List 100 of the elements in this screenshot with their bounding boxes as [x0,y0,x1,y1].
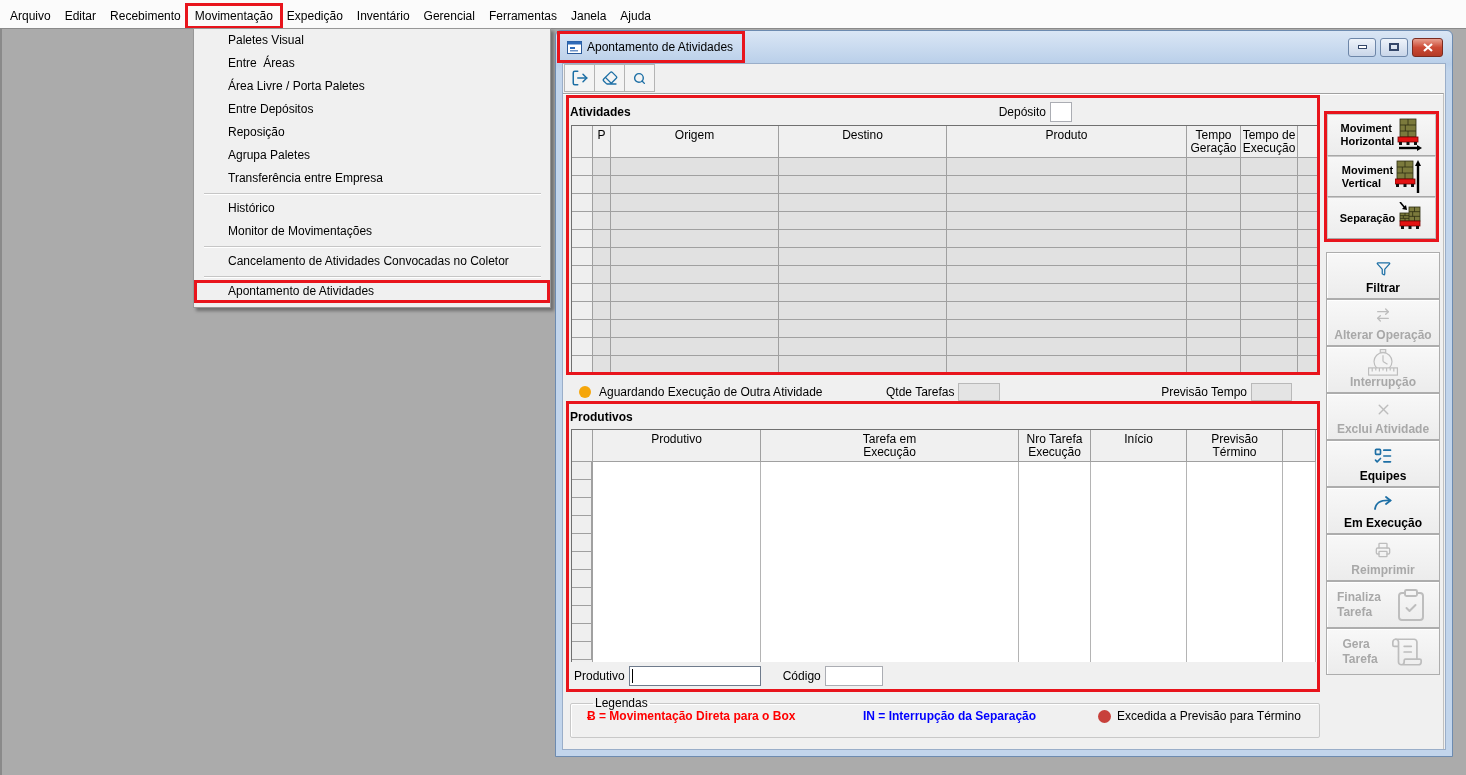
column-header: Produto [947,126,1187,158]
menu-item[interactable]: Janela [563,6,614,26]
menu-item[interactable]: Editar [57,6,104,26]
column-header: Tarefa em Execução [761,430,1019,462]
column-header: P [593,126,611,158]
menu-entry[interactable]: Entre Áreas [194,52,550,75]
table-cell [593,176,611,194]
table-cell [1187,176,1241,194]
field-label: Código [782,668,821,683]
row-header-cell [572,212,593,230]
column-header: Início [1091,430,1187,462]
field-label: Previsão Tempo [1161,384,1247,401]
action-button[interactable]: Equipes [1326,440,1440,487]
menu-item[interactable]: Gerencial [416,6,482,26]
table-cell [593,266,611,284]
input-field[interactable] [628,665,761,686]
field-label: Qtde Tarefas [886,384,955,401]
menu-entry[interactable]: Reposição [194,121,550,144]
swap-arrows-icon [1375,307,1391,323]
group-title: Legendas [594,697,649,709]
pallet-right-arrow-icon [1396,118,1423,152]
table-cell [593,284,611,302]
table-cell [1241,266,1298,284]
deposit-field[interactable] [1050,101,1072,122]
table-cell [1298,194,1317,212]
menu-entry[interactable]: Entre Depósitos [194,98,550,121]
table-cell [1241,320,1298,338]
menu-entry[interactable]: Transferência entre Empresa [194,167,550,190]
text-cursor [631,668,633,683]
minimize-button[interactable] [1348,37,1376,57]
table-cell [593,230,611,248]
menu-item[interactable]: Movimentação [187,6,280,26]
stopwatch-icon [1366,348,1400,376]
table-cell [1187,212,1241,230]
menu-entry[interactable]: Área Livre / Porta Paletes [194,75,550,98]
table-cell [1298,356,1317,372]
movement-button[interactable]: Separação [1327,197,1436,239]
checklist-icon [1373,446,1393,466]
search-icon [633,71,646,85]
movement-button[interactable]: Moviment Vertical [1327,155,1436,198]
window-icon [567,40,582,54]
time-forecast-field[interactable] [1251,383,1292,401]
row-header-cell [572,176,593,194]
logout-button[interactable] [564,64,595,92]
column-header: Produtivo [593,430,761,462]
close-button[interactable] [1412,37,1443,57]
table-cell [1241,212,1298,230]
row-header-cell [572,356,593,372]
column-header: Previsão Término [1187,430,1283,462]
movement-button[interactable]: Moviment Horizontal [1327,114,1436,156]
row-header-cell [572,230,593,248]
menu-item[interactable]: Ferramentas [481,6,564,26]
menu-item[interactable]: Arquivo [3,6,58,26]
table-cell [1241,176,1298,194]
table-cell [1298,302,1317,320]
table-cell [1241,284,1298,302]
menu-entry[interactable]: Histórico [194,197,550,220]
row-header-cell [572,302,593,320]
menu-entry[interactable]: Monitor de Movimentações [194,220,550,243]
table-cell [1241,194,1298,212]
table-cell [1298,176,1317,194]
menu-entry[interactable]: Paletes Visual [194,29,550,52]
table-cell [1187,230,1241,248]
table-cell [593,320,611,338]
menu-entry[interactable]: Apontamento de Atividades [194,280,550,303]
eraser-button[interactable] [594,64,625,92]
search-button[interactable] [624,64,655,92]
menu-item[interactable]: Expedição [279,6,350,26]
table-cell [1241,338,1298,356]
table-cell [593,248,611,266]
table-cell [1298,212,1317,230]
curved-arrow-icon [1373,496,1393,510]
row-header-cell [572,284,593,302]
panel-title: Produtivos [570,409,633,424]
menu-entry[interactable]: Cancelamento de Atividades Convocadas no Coletor [194,250,550,273]
table-cell [1187,356,1241,372]
filter-icon [1375,260,1391,276]
action-button[interactable]: Em Execução [1326,487,1440,534]
logout-icon [570,69,589,87]
menu-entry[interactable]: Agrupa Paletes [194,144,550,167]
maximize-button[interactable] [1380,37,1408,57]
minimize-icon [1357,45,1367,49]
menu-item[interactable]: Inventário [349,6,417,26]
input-field[interactable] [824,665,883,686]
table-cell [1187,284,1241,302]
table-cell [1241,230,1298,248]
status-dot-icon [579,386,591,398]
table-cell [593,338,611,356]
task-count-field[interactable] [958,383,1001,401]
menu-item[interactable]: Recebimento [103,6,188,26]
column-header: Tempo Geração [1187,126,1241,158]
field-label: Depósito [998,104,1046,119]
table-cell [593,302,611,320]
pallet-up-arrow-icon [1395,160,1422,193]
header-corner [572,126,593,158]
window-title: Apontamento de Atividades [587,40,734,54]
action-button[interactable]: Filtrar [1326,252,1440,299]
menu-item[interactable]: Ajuda [613,6,659,26]
table-cell [1241,356,1298,372]
close-icon [1422,42,1433,52]
